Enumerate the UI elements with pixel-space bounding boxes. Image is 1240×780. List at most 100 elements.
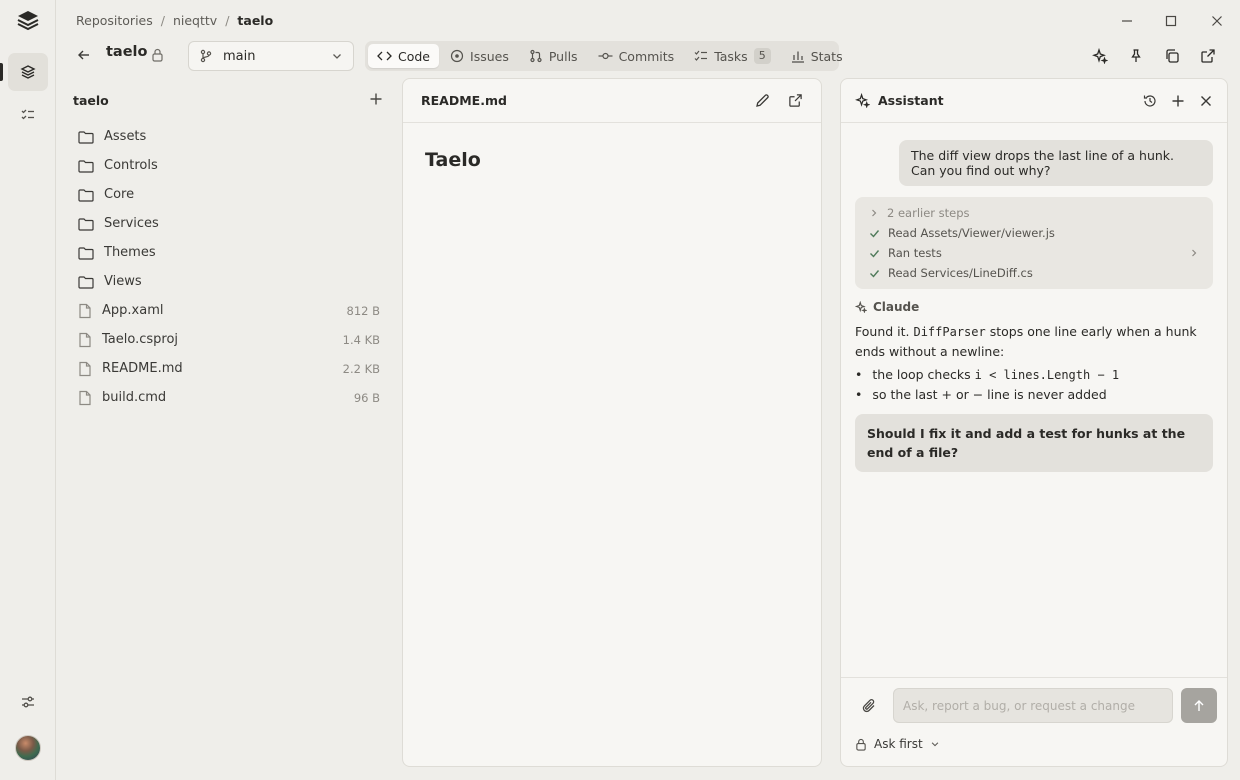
bullet-text: so the last + or − line is never added — [872, 387, 1107, 402]
maximize-button[interactable] — [1162, 12, 1180, 30]
lock-icon — [856, 738, 866, 751]
pencil-icon — [756, 94, 769, 107]
back-button[interactable] — [76, 47, 92, 63]
file-row[interactable]: build.cmd 96 B — [72, 383, 388, 412]
file-viewer-panel: README.md Taelo — [402, 78, 822, 767]
copy-button[interactable] — [1163, 47, 1181, 65]
step-row[interactable]: Ran tests — [855, 243, 1213, 263]
tab-label: Code — [398, 48, 431, 64]
assistant-question: Should I fix it and add a test for hunks… — [855, 414, 1213, 472]
file-row[interactable]: App.xaml 812 B — [72, 296, 388, 325]
message-input[interactable] — [893, 688, 1173, 723]
folder-row[interactable]: Controls — [72, 151, 388, 180]
close-assistant-button[interactable] — [1199, 94, 1213, 108]
breadcrumb-separator: / — [160, 13, 165, 28]
reply-author-name: Claude — [873, 300, 920, 314]
breadcrumb-separator: / — [225, 13, 230, 28]
repositories-nav-button[interactable] — [8, 53, 48, 91]
folder-row[interactable]: Services — [72, 209, 388, 238]
chevron-right-icon — [1192, 249, 1197, 257]
app-logo-icon — [16, 8, 40, 32]
add-file-button[interactable] — [369, 92, 383, 106]
layers-icon — [20, 65, 36, 79]
folder-row[interactable]: Core — [72, 180, 388, 209]
file-icon — [79, 361, 91, 376]
assistant-header: Assistant — [841, 79, 1227, 123]
tree-item-name: Assets — [104, 129, 147, 144]
plus-icon — [1172, 95, 1184, 106]
open-external-button[interactable] — [1199, 47, 1217, 65]
open-file-name: README.md — [421, 93, 507, 108]
breadcrumb-repositories[interactable]: Repositories — [76, 13, 153, 28]
close-icon — [1212, 16, 1222, 26]
tab-code[interactable]: Code — [368, 44, 440, 68]
branch-name: main — [223, 48, 256, 64]
tasks-icon — [694, 50, 708, 61]
chevron-down-icon — [931, 742, 938, 747]
step-label: Read Services/LineDiff.cs — [888, 266, 1033, 280]
ai-sparkle-button[interactable] — [1091, 47, 1109, 65]
tab-stats[interactable]: Stats — [782, 44, 852, 68]
tab-issues[interactable]: Issues — [441, 44, 518, 68]
earlier-steps-toggle[interactable]: 2 earlier steps — [855, 203, 1213, 223]
settings-nav-button[interactable] — [8, 683, 48, 721]
file-size: 2.2 KB — [342, 361, 380, 376]
step-row: Read Assets/Viewer/viewer.js — [855, 223, 1213, 243]
arrow-up-icon — [1194, 699, 1204, 711]
breadcrumb-owner[interactable]: nieqttv — [173, 13, 217, 28]
new-chat-button[interactable] — [1171, 94, 1185, 108]
file-tree: Assets Controls Core Services Themes Vie… — [72, 122, 388, 412]
folder-row[interactable]: Themes — [72, 238, 388, 267]
file-row[interactable]: Taelo.csproj 1.4 KB — [72, 325, 388, 354]
history-button[interactable] — [1143, 94, 1157, 108]
pull-request-icon — [530, 49, 542, 63]
chevron-right-icon — [872, 209, 877, 217]
paperclip-icon — [862, 699, 875, 713]
folder-icon — [78, 217, 94, 231]
history-icon — [1143, 94, 1156, 107]
file-size: 812 B — [346, 303, 381, 318]
branch-icon — [200, 49, 212, 63]
commit-icon — [598, 52, 613, 60]
active-rail-marker — [0, 63, 3, 81]
permission-mode-selector[interactable]: Ask first — [855, 737, 940, 751]
file-row[interactable]: README.md 2.2 KB — [72, 354, 388, 383]
app-rail — [0, 0, 56, 780]
bullet-dot: • — [855, 387, 863, 402]
branch-selector[interactable]: main — [188, 41, 354, 71]
folder-row[interactable]: Views — [72, 267, 388, 296]
pin-button[interactable] — [1127, 47, 1145, 65]
tab-label: Stats — [810, 48, 843, 64]
inline-code: DiffParser — [913, 325, 986, 339]
file-icon — [79, 303, 91, 318]
maximize-icon — [1165, 15, 1177, 27]
bullet-dot: • — [855, 367, 863, 382]
tree-item-name: Taelo.csproj — [102, 332, 179, 347]
list-item: • so the last + or − line is never added — [855, 385, 1213, 404]
tree-item-name: Services — [104, 216, 159, 231]
close-window-button[interactable] — [1208, 12, 1226, 30]
tasks-nav-button[interactable] — [8, 96, 48, 134]
issue-icon — [450, 49, 464, 63]
tab-pulls[interactable]: Pulls — [520, 44, 587, 68]
tab-commits[interactable]: Commits — [589, 44, 684, 68]
open-file-external-button[interactable] — [788, 93, 803, 108]
folder-row[interactable]: Assets — [72, 122, 388, 151]
avatar[interactable] — [15, 735, 41, 761]
tree-item-name: Controls — [104, 158, 158, 173]
tab-label: Issues — [470, 48, 509, 64]
tab-tasks[interactable]: Tasks 5 — [685, 44, 780, 68]
bullet-text: the loop checks — [872, 367, 971, 382]
tasks-count-badge: 5 — [753, 48, 771, 64]
edit-file-button[interactable] — [755, 93, 770, 108]
check-icon — [870, 249, 880, 258]
sparkle-icon — [855, 301, 867, 313]
minimize-button[interactable] — [1118, 12, 1136, 30]
folder-icon — [78, 246, 94, 260]
external-link-icon — [789, 94, 802, 107]
permission-mode-label: Ask first — [874, 737, 923, 751]
file-size: 1.4 KB — [342, 332, 380, 347]
folder-icon — [78, 159, 94, 173]
send-button[interactable] — [1181, 688, 1217, 723]
attach-button[interactable] — [861, 698, 877, 714]
